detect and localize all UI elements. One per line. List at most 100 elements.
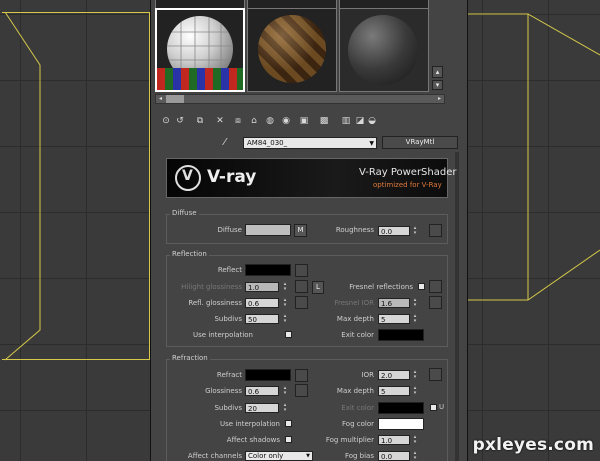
slots-scroll-down-icon[interactable]: ▾ (432, 80, 443, 90)
vray-banner: V V-ray V-Ray PowerShader optimized for … (166, 158, 456, 198)
refl-glossiness-map-button[interactable] (295, 296, 308, 309)
refr-subdivs-spinner[interactable]: ▴ ▾ (282, 403, 288, 413)
material-name-dropdown[interactable]: AM84_030_ ▼ (243, 137, 377, 149)
refl-exit-color-swatch[interactable] (378, 329, 424, 341)
wireframe-left-diagonal (0, 0, 150, 461)
refr-subdivs-label: Subdivs (214, 404, 242, 412)
roughness-map-button[interactable] (429, 224, 442, 237)
fresnel-ior-field[interactable]: 1.6 (378, 298, 410, 308)
fog-multiplier-field[interactable]: 1.0 (378, 435, 410, 445)
refl-use-interpolation-label: Use interpolation (193, 331, 253, 339)
eyedropper-icon[interactable]: ⁄ (224, 137, 236, 149)
fresnel-ior-label: Fresnel IOR (334, 299, 374, 307)
refl-use-interpolation-checkbox[interactable] (285, 331, 292, 338)
roughness-field[interactable]: 0.0 (378, 226, 410, 236)
reflect-label: Reflect (217, 266, 242, 274)
refract-swatch[interactable] (245, 369, 291, 381)
scroll-left-icon[interactable]: ◂ (156, 95, 165, 103)
scrollbar-thumb[interactable] (166, 95, 184, 103)
refr-glossiness-field[interactable]: 0.6 (245, 386, 279, 396)
put-to-library-icon[interactable]: ◍ (264, 115, 276, 127)
fog-multiplier-label: Fog multiplier (325, 436, 374, 444)
fresnel-reflections-checkbox[interactable] (418, 283, 425, 290)
refl-subdivs-field[interactable]: 50 (245, 314, 279, 324)
fog-multiplier-spinner[interactable]: ▴ ▾ (412, 435, 418, 445)
show-end-result-icon[interactable]: ▩ (318, 115, 330, 127)
reflect-map-button[interactable] (295, 264, 308, 277)
diffuse-map-button[interactable]: M (294, 224, 307, 237)
refl-max-depth-label: Max depth (336, 315, 374, 323)
affect-channels-chevron-icon: ▼ (306, 453, 310, 459)
slots-scroll-right-icon[interactable]: ▴ (432, 66, 443, 78)
go-to-parent-icon[interactable]: ▥ (340, 115, 352, 127)
material-id-icon[interactable]: ◉ (280, 115, 292, 127)
affect-channels-dropdown[interactable]: Color only ▼ (245, 451, 313, 461)
refr-glossiness-spinner[interactable]: ▴ ▾ (282, 386, 288, 396)
fresnel-ior-map-button[interactable] (429, 296, 442, 309)
lock-button[interactable]: L (312, 281, 324, 294)
wireframe-right (468, 0, 600, 461)
scroll-right-icon[interactable]: ▸ (435, 95, 444, 103)
fog-bias-label: Fog bias (344, 452, 374, 460)
fog-bias-field[interactable]: 0.0 (378, 451, 410, 461)
roughness-spinner[interactable]: ▴ ▾ (412, 226, 418, 236)
sample-slot-wood[interactable] (247, 8, 337, 92)
refr-exit-color-swatch[interactable] (378, 402, 424, 414)
checker-red-blue (157, 68, 243, 90)
diffuse-group-title: Diffuse (170, 209, 199, 217)
ior-map-button[interactable] (429, 368, 442, 381)
dark-sphere (348, 15, 418, 85)
select-by-material-icon[interactable]: ◒ (366, 115, 378, 127)
hilight-glossiness-field[interactable]: 1.0 (245, 282, 279, 292)
fog-bias-spinner[interactable]: ▴ ▾ (412, 451, 418, 461)
refr-max-depth-spinner[interactable]: ▴ ▾ (412, 386, 418, 396)
reset-map-icon[interactable]: ✕ (214, 115, 226, 127)
sample-slot-tiles[interactable] (155, 8, 245, 92)
refr-max-depth-label: Max depth (336, 387, 374, 395)
affect-shadows-checkbox[interactable] (285, 436, 292, 443)
vray-logo-icon: V (175, 165, 201, 191)
material-name: AM84_030_ (247, 139, 288, 147)
refl-subdivs-spinner[interactable]: ▴ ▾ (282, 314, 288, 324)
ior-field[interactable]: 2.0 (378, 370, 410, 380)
fresnel-ior-spinner[interactable]: ▴ ▾ (412, 298, 418, 308)
sample-slot-dark[interactable] (339, 8, 429, 92)
fog-color-swatch[interactable] (378, 418, 424, 430)
hilight-map-button[interactable] (295, 280, 308, 293)
refr-use-interpolation-label: Use interpolation (220, 420, 280, 428)
make-unique-icon[interactable]: ⌂ (248, 115, 260, 127)
refr-subdivs-field[interactable]: 20 (245, 403, 279, 413)
refl-max-depth-spinner[interactable]: ▴ ▾ (412, 314, 418, 324)
put-to-scene-icon[interactable]: ↺ (174, 115, 186, 127)
diffuse-label: Diffuse (217, 226, 242, 234)
ior-spinner[interactable]: ▴ ▾ (412, 370, 418, 380)
chevron-down-icon: ▼ (369, 140, 374, 147)
refl-exit-color-label: Exit color (341, 331, 374, 339)
diffuse-swatch[interactable] (245, 224, 291, 236)
go-forward-icon[interactable]: ◪ (354, 115, 366, 127)
fog-color-label: Fog color (342, 420, 374, 428)
refr-exit-color-checkbox[interactable] (430, 404, 437, 411)
affect-channels-value: Color only (248, 452, 284, 460)
reflection-group-title: Reflection (170, 250, 209, 258)
refr-max-depth-field[interactable]: 5 (378, 386, 410, 396)
refl-subdivs-label: Subdivs (214, 315, 242, 323)
refl-glossiness-spinner[interactable]: ▴ ▾ (282, 298, 288, 308)
assign-material-icon[interactable]: ⧉ (194, 115, 206, 127)
show-map-icon[interactable]: ▣ (298, 115, 310, 127)
refl-glossiness-field[interactable]: 0.6 (245, 298, 279, 308)
horizontal-scrollbar[interactable]: ◂ ▸ (155, 94, 445, 104)
reflect-swatch[interactable] (245, 264, 291, 276)
material-type-button[interactable]: VRayMtl (382, 136, 458, 149)
copy-material-icon[interactable]: ⧈ (232, 115, 244, 127)
panel-scrollbar[interactable] (455, 152, 459, 461)
refl-max-depth-field[interactable]: 5 (378, 314, 410, 324)
refraction-group-title: Refraction (170, 354, 210, 362)
refract-map-button[interactable] (295, 369, 308, 382)
hilight-glossiness-spinner[interactable]: ▴ ▾ (282, 282, 288, 292)
banner-title: V-Ray PowerShader (359, 167, 457, 178)
get-material-icon[interactable]: ⊙ (160, 115, 172, 127)
refr-glossiness-map-button[interactable] (295, 384, 308, 397)
fresnel-map-button[interactable] (429, 280, 442, 293)
refr-use-interpolation-checkbox[interactable] (285, 420, 292, 427)
